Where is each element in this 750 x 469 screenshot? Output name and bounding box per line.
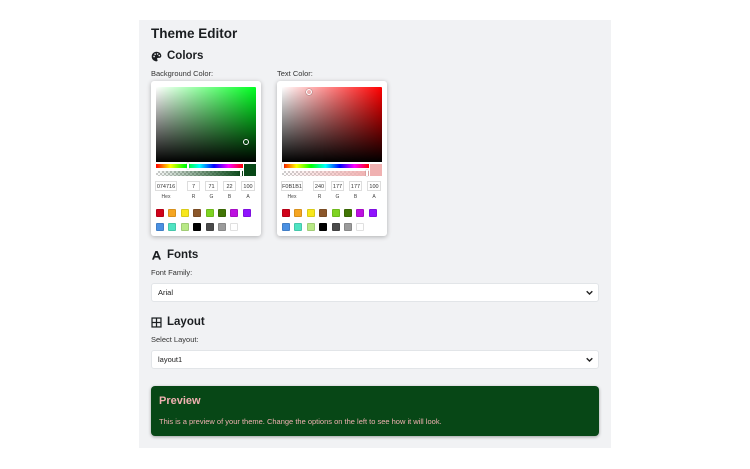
hue-handle[interactable] [282, 163, 284, 169]
g-label: G [209, 194, 214, 200]
a-input[interactable]: 100 [367, 181, 381, 191]
preset-swatch[interactable] [156, 209, 164, 217]
preview-title: Preview [159, 395, 201, 407]
hex-input[interactable]: F0B1B1 [281, 181, 303, 191]
preset-swatch[interactable] [282, 223, 290, 231]
preset-swatch[interactable] [218, 209, 226, 217]
alpha-slider[interactable] [282, 170, 369, 176]
font-icon [151, 250, 162, 260]
r-label: R [317, 194, 322, 200]
b-input[interactable]: 22 [223, 181, 236, 191]
fonts-heading: Fonts [151, 249, 198, 261]
layout-heading: Layout [151, 316, 205, 328]
chevron-down-icon [586, 290, 593, 296]
preset-swatch[interactable] [193, 209, 202, 217]
preset-swatch[interactable] [356, 223, 365, 231]
a-input[interactable]: 100 [241, 181, 255, 191]
alpha-slider[interactable] [156, 170, 243, 176]
grid-icon [151, 316, 162, 328]
theme-preview: Preview This is a preview of your theme.… [151, 386, 599, 436]
preset-swatch[interactable] [319, 209, 328, 217]
preset-swatch[interactable] [294, 209, 303, 217]
preset-swatch[interactable] [230, 223, 239, 231]
r-input[interactable]: 7 [187, 181, 200, 191]
preset-swatch[interactable] [356, 209, 365, 217]
preset-swatch[interactable] [180, 223, 189, 231]
preset-swatch[interactable] [242, 209, 251, 217]
g-label: G [335, 194, 340, 200]
background-color-picker[interactable]: 074716 7 71 22 100 Hex R G B A [151, 81, 261, 236]
preset-swatch[interactable] [368, 209, 377, 217]
r-label: R [191, 194, 196, 200]
hue-slider[interactable] [156, 163, 243, 169]
preset-swatch[interactable] [230, 209, 239, 217]
preset-swatch[interactable] [218, 223, 226, 231]
preset-swatch[interactable] [193, 223, 202, 231]
hex-label: Hex [287, 194, 297, 200]
text-color-picker[interactable]: F0B1B1 240 177 177 100 Hex R G B A [277, 81, 387, 236]
select-layout-label: Select Layout: [151, 335, 199, 344]
saturation-area[interactable] [156, 87, 256, 162]
layout-select[interactable]: layout1 [151, 350, 599, 369]
hue-slider[interactable] [282, 163, 369, 169]
colors-heading: Colors [151, 50, 203, 62]
saturation-pointer[interactable] [243, 139, 249, 145]
b-input[interactable]: 177 [349, 181, 362, 191]
g-input[interactable]: 71 [205, 181, 218, 191]
a-label: A [372, 194, 376, 200]
preset-swatch[interactable] [168, 209, 177, 217]
font-family-select[interactable]: Arial [151, 283, 599, 302]
r-input[interactable]: 240 [313, 181, 326, 191]
palette-icon [151, 51, 162, 61]
saturation-area[interactable] [282, 87, 382, 162]
layout-value: layout1 [158, 355, 183, 364]
preset-swatch[interactable] [331, 209, 340, 217]
hex-input[interactable]: 074716 [155, 181, 177, 191]
preset-swatch[interactable] [344, 223, 352, 231]
hex-label: Hex [161, 194, 171, 200]
preset-swatch[interactable] [156, 223, 164, 231]
hue-handle[interactable] [187, 163, 189, 169]
a-label: A [246, 194, 250, 200]
current-color-swatch [370, 164, 382, 176]
font-family-label: Font Family: [151, 268, 193, 277]
preset-swatch[interactable] [205, 209, 214, 217]
theme-editor-panel: Theme Editor Colors Background Color: Te… [139, 20, 611, 448]
preset-swatch[interactable] [306, 223, 315, 231]
background-color-label: Background Color: [151, 69, 214, 78]
preview-text: This is a preview of your theme. Change … [159, 417, 442, 426]
preset-swatch[interactable] [344, 209, 352, 217]
text-color-label: Text Color: [277, 69, 313, 78]
preset-swatch[interactable] [282, 209, 290, 217]
preset-swatch[interactable] [319, 223, 328, 231]
b-label: B [353, 194, 358, 200]
preset-swatch[interactable] [168, 223, 177, 231]
preset-swatch[interactable] [331, 223, 340, 231]
alpha-handle[interactable] [240, 170, 242, 176]
chevron-down-icon [586, 357, 593, 363]
page-title: Theme Editor [151, 26, 238, 41]
preset-swatch[interactable] [294, 223, 303, 231]
preset-swatch[interactable] [306, 209, 315, 217]
preset-swatch[interactable] [180, 209, 189, 217]
current-color-swatch [244, 164, 256, 176]
alpha-handle[interactable] [366, 170, 368, 176]
b-label: B [227, 194, 232, 200]
preset-swatch[interactable] [205, 223, 214, 231]
g-input[interactable]: 177 [331, 181, 344, 191]
font-family-value: Arial [158, 288, 174, 297]
saturation-pointer[interactable] [306, 89, 312, 95]
